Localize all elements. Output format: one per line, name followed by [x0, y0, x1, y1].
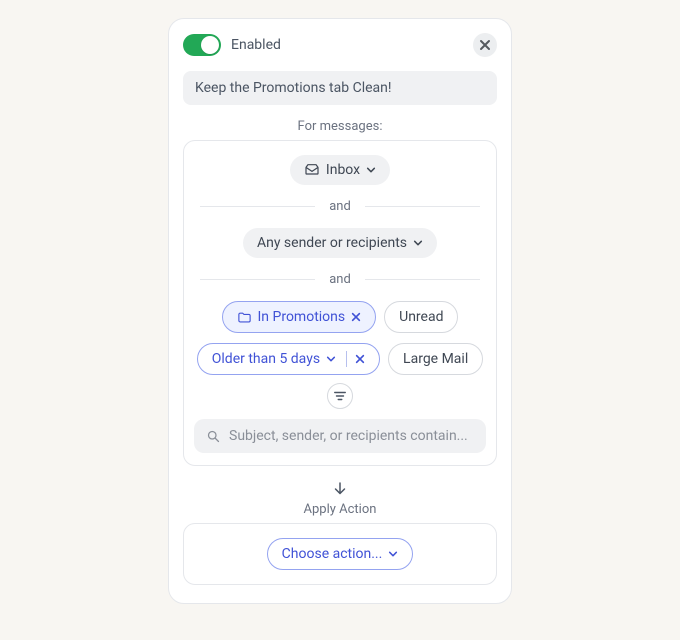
promotions-chip-label: In Promotions: [258, 308, 346, 326]
conditions-box: Inbox and Any sender or recipients and I…: [183, 140, 497, 466]
promotions-chip[interactable]: In Promotions: [222, 301, 377, 333]
and-divider-2: and: [200, 272, 480, 287]
apply-action-label: Apply Action: [183, 502, 497, 517]
large-mail-chip[interactable]: Large Mail: [388, 343, 483, 375]
large-mail-chip-label: Large Mail: [403, 350, 468, 368]
inbox-icon: [304, 162, 320, 178]
choose-action-label: Choose action...: [282, 545, 383, 563]
rule-title-text: Keep the Promotions tab Clean!: [195, 80, 392, 96]
close-icon: [351, 312, 361, 322]
action-box: Choose action...: [183, 523, 497, 585]
more-filters-button[interactable]: [327, 383, 353, 409]
close-button[interactable]: [473, 33, 497, 57]
chevron-down-icon: [413, 238, 423, 248]
sender-chip-label: Any sender or recipients: [257, 234, 407, 252]
chevron-down-icon: [388, 549, 398, 559]
older-chip-remove[interactable]: [355, 354, 365, 364]
for-messages-label: For messages:: [183, 119, 497, 134]
chevron-down-icon: [326, 354, 336, 364]
toggle-knob: [201, 36, 219, 54]
close-icon: [479, 39, 491, 51]
choose-action-button[interactable]: Choose action...: [267, 538, 414, 570]
unread-chip[interactable]: Unread: [384, 301, 458, 333]
search-input[interactable]: Subject, sender, or recipients contain..…: [194, 419, 486, 453]
arrow-down-icon: [331, 480, 349, 498]
header-left: Enabled: [183, 34, 281, 56]
flow-arrow: [183, 480, 497, 498]
and-divider-1: and: [200, 199, 480, 214]
sender-chip[interactable]: Any sender or recipients: [243, 228, 437, 258]
close-icon: [355, 354, 365, 364]
search-placeholder: Subject, sender, or recipients contain..…: [229, 428, 468, 444]
filter-icon: [333, 389, 347, 403]
enabled-label: Enabled: [231, 37, 281, 53]
older-chip-label: Older than 5 days: [212, 350, 320, 368]
rule-editor-card: Enabled Keep the Promotions tab Clean! F…: [168, 18, 512, 604]
mailbox-chip-label: Inbox: [326, 161, 360, 179]
search-icon: [206, 429, 221, 444]
rule-title-input[interactable]: Keep the Promotions tab Clean!: [183, 71, 497, 105]
unread-chip-label: Unread: [399, 308, 443, 326]
promotions-chip-remove[interactable]: [351, 312, 361, 322]
older-chip[interactable]: Older than 5 days: [197, 343, 380, 375]
folder-icon: [237, 310, 252, 325]
chevron-down-icon: [366, 165, 376, 175]
enabled-toggle[interactable]: [183, 34, 221, 56]
mailbox-chip[interactable]: Inbox: [290, 155, 390, 185]
card-header: Enabled: [183, 33, 497, 57]
